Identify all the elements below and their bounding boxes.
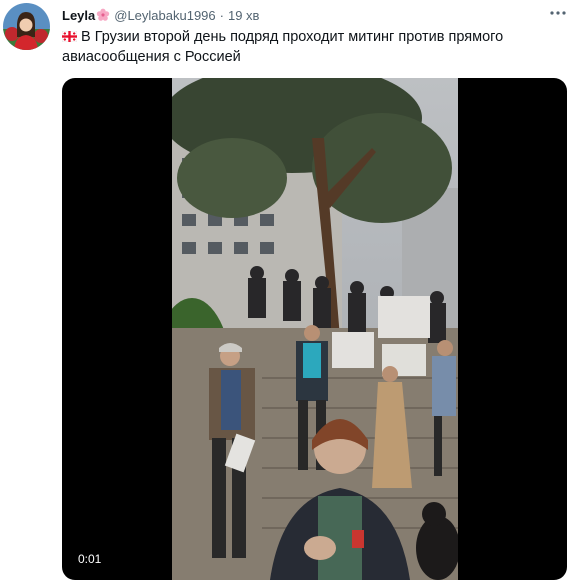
avatar[interactable] (3, 3, 50, 50)
author-name[interactable]: Leyla (62, 8, 95, 23)
separator-dot: · (219, 7, 224, 23)
more-options-icon[interactable] (548, 3, 568, 23)
tweet-text-block: В Грузии второй день подряд проходит мит… (62, 27, 572, 67)
video-player[interactable]: 0:01 (62, 78, 567, 580)
tweet-header: Leyla @Leylabaku1996 · 19 хв (62, 6, 259, 24)
tweet-time[interactable]: 19 хв (228, 8, 259, 23)
video-frame (172, 78, 458, 580)
video-timestamp: 0:01 (78, 552, 102, 566)
cherry-blossom-icon (97, 8, 110, 21)
tweet: Leyla @Leylabaku1996 · 19 хв В Грузии вт… (0, 0, 586, 585)
tweet-text: В Грузии второй день подряд проходит мит… (62, 29, 504, 65)
georgia-flag-icon (62, 31, 77, 42)
author-handle[interactable]: @Leylabaku1996 (114, 8, 215, 23)
